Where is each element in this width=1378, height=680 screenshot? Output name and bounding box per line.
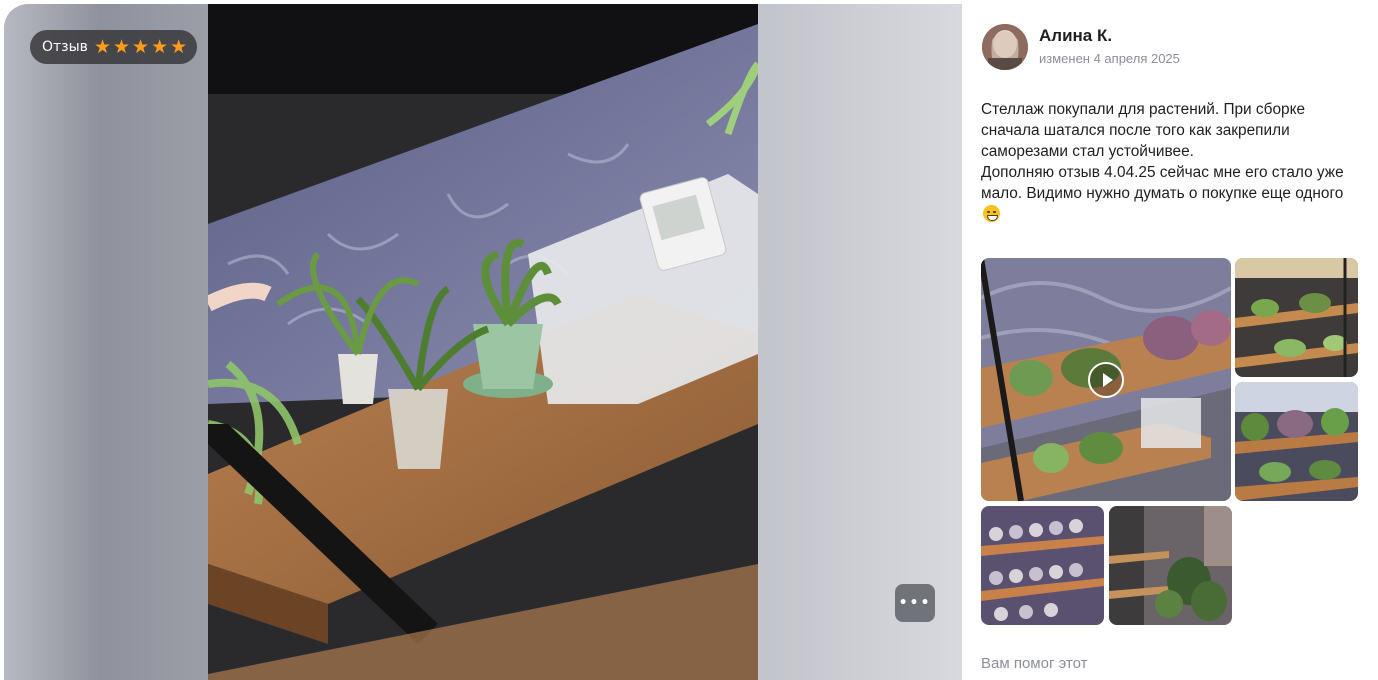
thumbnail-image	[1235, 258, 1358, 377]
gallery-thumbnail[interactable]	[1109, 506, 1232, 625]
star-icon: ★	[93, 35, 111, 58]
review-text-paragraph: Дополняю отзыв 4.04.25 сейчас мне его ст…	[981, 162, 1361, 225]
helpful-prompt: Вам помог этот	[981, 655, 1088, 672]
star-icon: ★	[112, 35, 131, 58]
gallery-thumbnail[interactable]	[981, 506, 1104, 625]
rating-label: Отзыв	[42, 39, 88, 55]
review-rating-badge: Отзыв ★ ★ ★ ★ ★	[30, 30, 198, 64]
review-text-paragraph: Стеллаж покупали для растений. При сборк…	[981, 101, 1306, 160]
more-options-button[interactable]: •••	[895, 584, 935, 622]
gallery-thumbnail-video[interactable]	[981, 258, 1231, 501]
thumbnail-image	[981, 506, 1104, 625]
star-icon: ★	[132, 35, 150, 58]
star-icon: ★	[170, 35, 188, 58]
grinning-sweat-emoji-icon	[983, 205, 1000, 222]
review-text-line: Дополняю отзыв 4.04.25 сейчас мне его ст…	[981, 164, 1344, 202]
star-icon: ★	[151, 35, 169, 58]
review-panel: Алина К. изменен 4 апреля 2025 Стеллаж п…	[962, 4, 1378, 680]
thumbnail-image	[1235, 382, 1358, 501]
avatar[interactable]	[982, 24, 1028, 70]
gallery-thumbnail[interactable]	[1235, 382, 1358, 501]
plant-shelf-photo	[208, 4, 758, 680]
author-name[interactable]: Алина К.	[1039, 26, 1112, 46]
review-photo[interactable]	[208, 4, 758, 680]
review-media-modal: Отзыв ★ ★ ★ ★ ★ ••• Алина К. изменен 4 а…	[0, 0, 1378, 680]
thumbnail-image	[1109, 506, 1232, 625]
rating-stars: ★ ★ ★ ★ ★	[93, 35, 188, 58]
gallery-thumbnail[interactable]	[1235, 258, 1358, 377]
review-text: Стеллаж покупали для растений. При сборк…	[981, 99, 1361, 225]
play-icon[interactable]	[1088, 362, 1124, 398]
review-edited-date: изменен 4 апреля 2025	[1039, 51, 1180, 66]
media-viewer[interactable]: Отзыв ★ ★ ★ ★ ★ •••	[4, 4, 962, 680]
